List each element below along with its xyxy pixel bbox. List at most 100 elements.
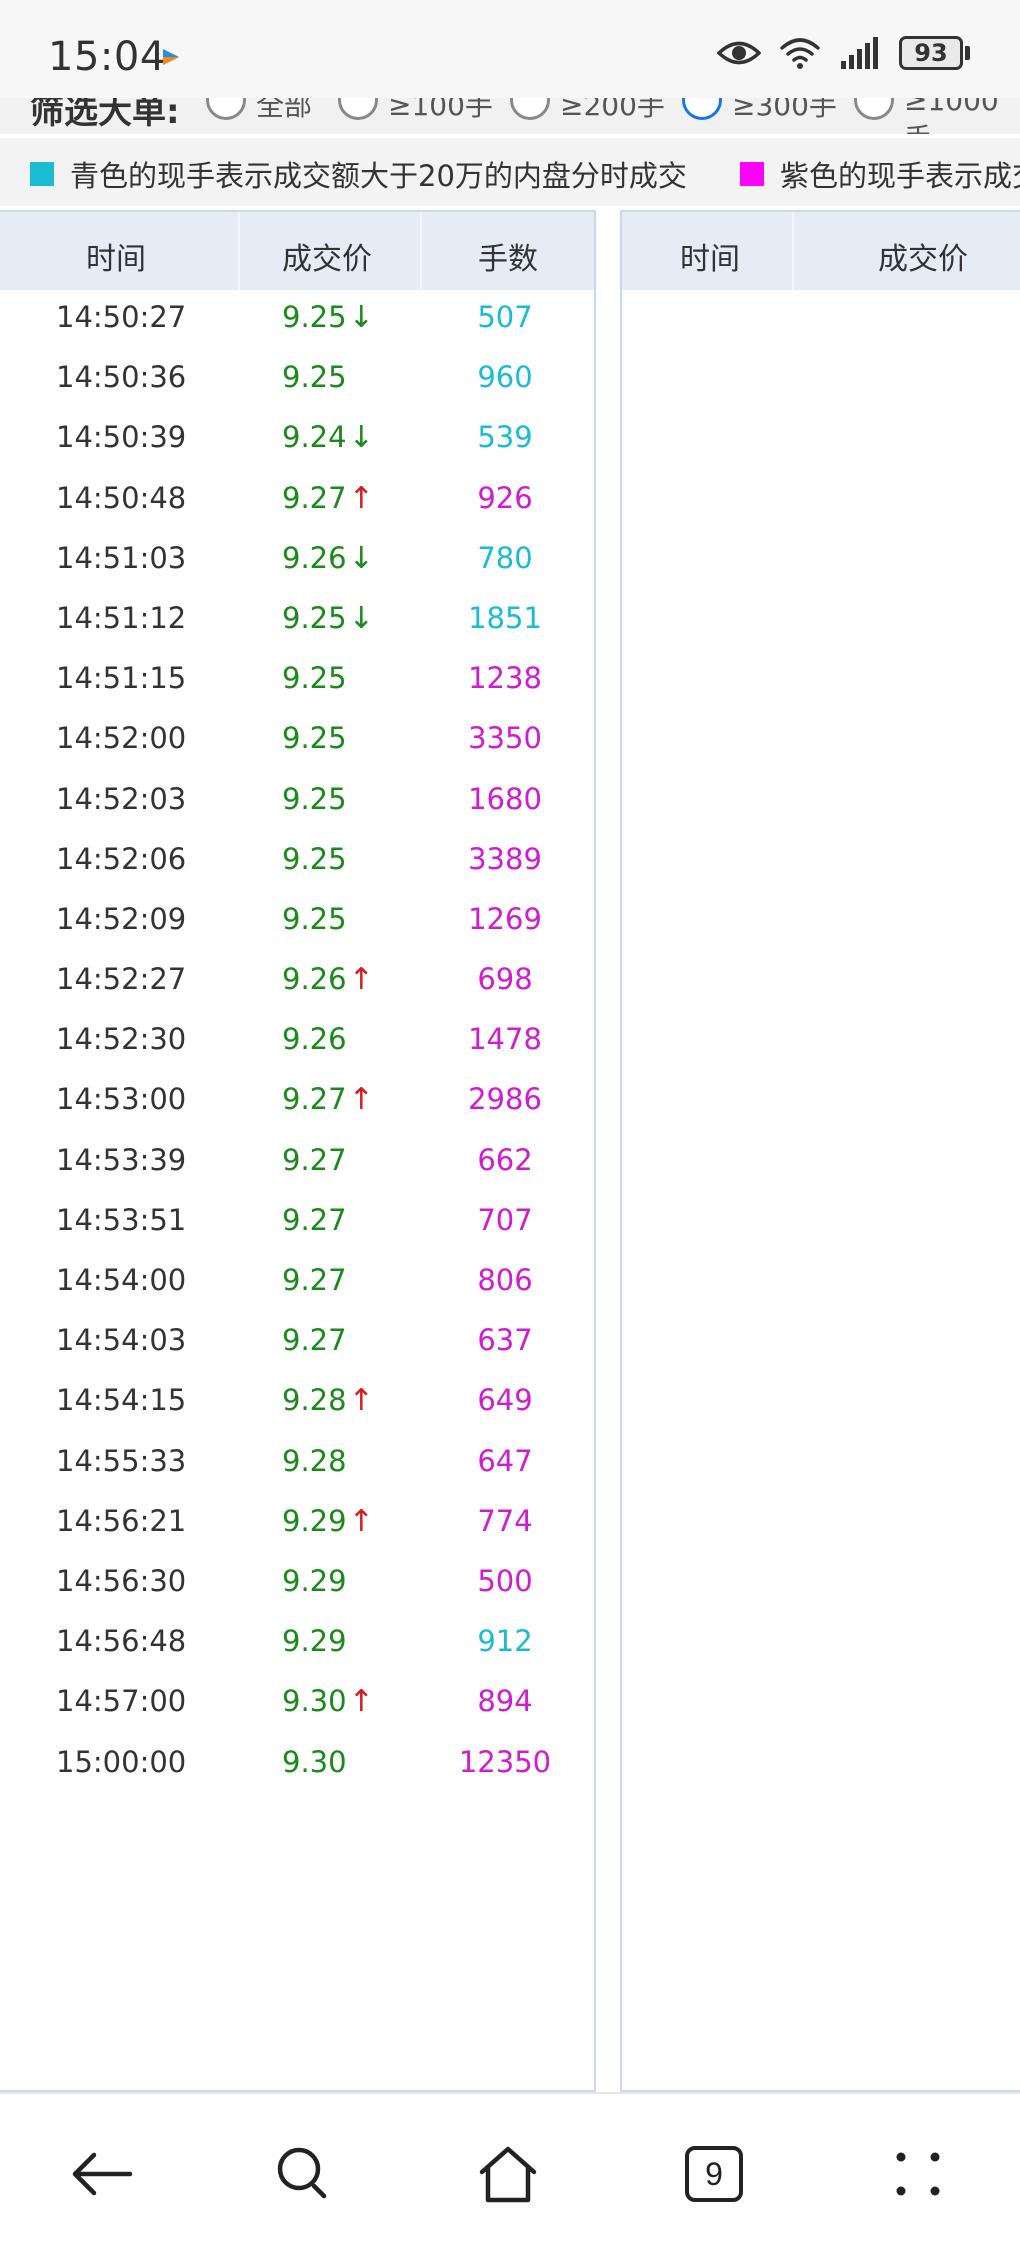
tabs-button[interactable]: 9 <box>664 2124 764 2224</box>
cell-price: 9.29↑ <box>282 1504 374 1539</box>
price-value: 9.25 <box>282 781 347 816</box>
filter-radio-200[interactable] <box>510 98 550 120</box>
table-row[interactable]: 14:51:12 9.25↓ 1851 <box>0 591 594 651</box>
cell-volume: 1478 <box>468 1022 542 1057</box>
cell-volume: 698 <box>477 962 533 997</box>
filter-option-200[interactable]: ≥200手 <box>560 98 665 124</box>
cell-volume: 637 <box>477 1323 533 1358</box>
table-row[interactable]: 14:56:48 9.29 912 <box>0 1614 594 1674</box>
cell-volume: 507 <box>477 300 533 334</box>
cell-time: 14:53:51 <box>56 1202 187 1237</box>
cell-time: 14:52:09 <box>56 901 187 936</box>
up-arrow-icon: ↑ <box>348 1383 374 1419</box>
price-value: 9.25 <box>282 300 347 334</box>
trade-table-right[interactable]: 时间 成交价 <box>620 210 1020 2092</box>
cell-price: 9.27↑ <box>282 481 374 516</box>
filter-option-all[interactable]: 全部 <box>256 98 312 124</box>
header-price: 成交价 <box>282 242 372 277</box>
cell-volume: 960 <box>477 360 533 395</box>
filter-radio-100[interactable] <box>338 98 378 120</box>
menu-button[interactable] <box>868 2124 968 2224</box>
signal-icon <box>841 37 878 69</box>
cell-time: 14:54:15 <box>56 1383 187 1418</box>
cell-price: 9.27 <box>282 1323 347 1357</box>
legend-cyan-text: 青色的现手表示成交额大于20万的内盘分时成交 <box>70 159 687 193</box>
cell-volume: 3389 <box>468 841 542 876</box>
cell-time: 14:57:00 <box>56 1684 187 1719</box>
back-button[interactable] <box>52 2124 152 2224</box>
cell-time: 14:51:03 <box>56 540 187 575</box>
cell-price: 9.24↓ <box>282 420 374 455</box>
eye-icon <box>717 41 761 65</box>
table-row[interactable]: 14:56:30 9.29 500 <box>0 1554 594 1614</box>
legend-item-cyan: 青色的现手表示成交额大于20万的内盘分时成交 <box>30 153 687 195</box>
table-row[interactable]: 14:55:33 9.28 647 <box>0 1434 594 1494</box>
table-row[interactable]: 14:52:06 9.25 3389 <box>0 832 594 892</box>
cell-volume: 912 <box>477 1624 533 1659</box>
filter-radio-all[interactable] <box>206 98 246 120</box>
back-arrow-icon <box>72 2152 133 2196</box>
price-value: 9.26 <box>282 962 347 997</box>
up-arrow-icon: ↑ <box>348 1503 374 1539</box>
cell-time: 14:50:36 <box>56 360 187 395</box>
table-body: 14:50:27 9.25↓ 507 14:50:36 9.25 960 14:50:39 9… <box>0 290 594 1795</box>
home-icon <box>479 2146 537 2203</box>
header-volume: 手数 <box>478 242 538 277</box>
price-value: 9.27 <box>282 1263 347 1297</box>
table-row[interactable]: 14:53:39 9.27 662 <box>0 1133 594 1193</box>
cell-time: 15:00:00 <box>56 1744 187 1779</box>
table-row[interactable]: 14:54:03 9.27 637 <box>0 1313 594 1373</box>
table-row[interactable]: 14:53:51 9.27 707 <box>0 1193 594 1253</box>
table-header: 时间 成交价 <box>622 212 1020 290</box>
table-row[interactable]: 14:51:03 9.26↓ 780 <box>0 531 594 591</box>
legend-purple-text: 紫色的现手表示成交额大于20万的外盘分时成交 <box>780 159 1020 193</box>
table-row[interactable]: 14:51:15 9.25 1238 <box>0 651 594 711</box>
table-row[interactable]: 14:54:00 9.27 806 <box>0 1253 594 1313</box>
filter-radio-1000[interactable] <box>854 98 894 120</box>
table-row[interactable]: 14:57:00 9.30↑ 894 <box>0 1674 594 1734</box>
cell-price: 9.28 <box>282 1444 347 1478</box>
table-row[interactable]: 14:52:30 9.26 1478 <box>0 1012 594 1072</box>
cell-time: 14:52:27 <box>56 962 187 997</box>
cell-price: 9.25 <box>282 842 347 876</box>
cell-volume: 926 <box>477 480 533 515</box>
price-value: 9.27 <box>282 1202 347 1237</box>
search-button[interactable] <box>254 2124 354 2224</box>
cell-volume: 1851 <box>468 600 542 635</box>
filter-option-1000[interactable]: ≥1000手 <box>904 98 1020 134</box>
table-row[interactable]: 14:52:27 9.26↑ 698 <box>0 952 594 1012</box>
cell-volume: 1680 <box>468 781 542 816</box>
table-row[interactable]: 14:50:27 9.25↓ 507 <box>0 290 594 350</box>
price-value: 9.30 <box>282 1684 347 1719</box>
table-row[interactable]: 14:52:00 9.25 3350 <box>0 711 594 771</box>
table-row[interactable]: 14:52:03 9.25 1680 <box>0 772 594 832</box>
filter-radio-300[interactable] <box>682 98 722 120</box>
trade-table-left[interactable]: 时间 成交价 手数 14:50:27 9.25↓ 507 14:50:36 9.25 96… <box>0 210 596 2092</box>
table-row[interactable]: 14:50:36 9.25 960 <box>0 350 594 410</box>
cell-time: 14:56:30 <box>56 1563 187 1598</box>
cell-time: 14:52:06 <box>56 841 187 876</box>
header-price: 成交价 <box>878 242 968 277</box>
table-row[interactable]: 14:56:21 9.29↑ 774 <box>0 1494 594 1554</box>
up-arrow-icon: ↑ <box>348 480 374 516</box>
price-value: 9.25 <box>282 721 347 756</box>
cell-volume: 662 <box>477 1142 533 1177</box>
table-row[interactable]: 14:50:39 9.24↓ 539 <box>0 410 594 470</box>
table-row[interactable]: 15:00:00 9.30 12350 <box>0 1735 594 1795</box>
cell-price: 9.27 <box>282 1143 347 1177</box>
table-row[interactable]: 14:54:15 9.28↑ 649 <box>0 1373 594 1433</box>
filter-option-100[interactable]: ≥100手 <box>388 98 493 124</box>
table-row[interactable]: 14:52:09 9.25 1269 <box>0 892 594 952</box>
cell-price: 9.30 <box>282 1745 347 1779</box>
cell-time: 14:53:00 <box>56 1082 187 1117</box>
down-arrow-icon: ↓ <box>348 540 374 576</box>
header-divider <box>420 212 422 290</box>
home-button[interactable] <box>458 2124 558 2224</box>
status-indicators: 93 <box>717 36 970 70</box>
filter-option-300[interactable]: ≥300手 <box>732 98 837 124</box>
battery-icon: 93 <box>899 36 970 70</box>
table-row[interactable]: 14:50:48 9.27↑ 926 <box>0 471 594 531</box>
cell-price: 9.25 <box>282 782 347 816</box>
table-row[interactable]: 14:53:00 9.27↑ 2986 <box>0 1072 594 1132</box>
cell-time: 14:52:30 <box>56 1022 187 1057</box>
